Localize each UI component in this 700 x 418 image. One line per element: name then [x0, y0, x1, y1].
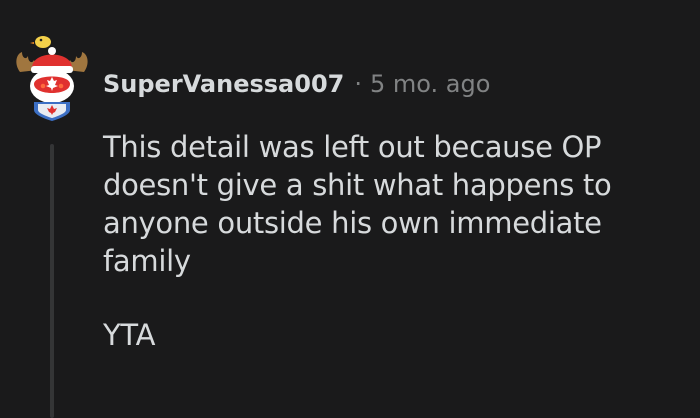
username-link[interactable]: SuperVanessa007: [103, 70, 344, 98]
timestamp-link[interactable]: 5 mo. ago: [370, 70, 490, 98]
user-avatar-icon[interactable]: [12, 30, 92, 122]
comment-paragraph: YTA: [103, 318, 156, 352]
comment-body: This detail was left out because OP does…: [103, 128, 683, 354]
comment-header: SuperVanessa007 · 5 mo. ago: [103, 66, 490, 102]
comment: SuperVanessa007 · 5 mo. ago This detail …: [0, 0, 700, 418]
thread-collapse-line[interactable]: [50, 144, 54, 418]
meta-separator: ·: [354, 70, 362, 98]
comment-paragraph: This detail was left out because OP does…: [103, 130, 612, 278]
